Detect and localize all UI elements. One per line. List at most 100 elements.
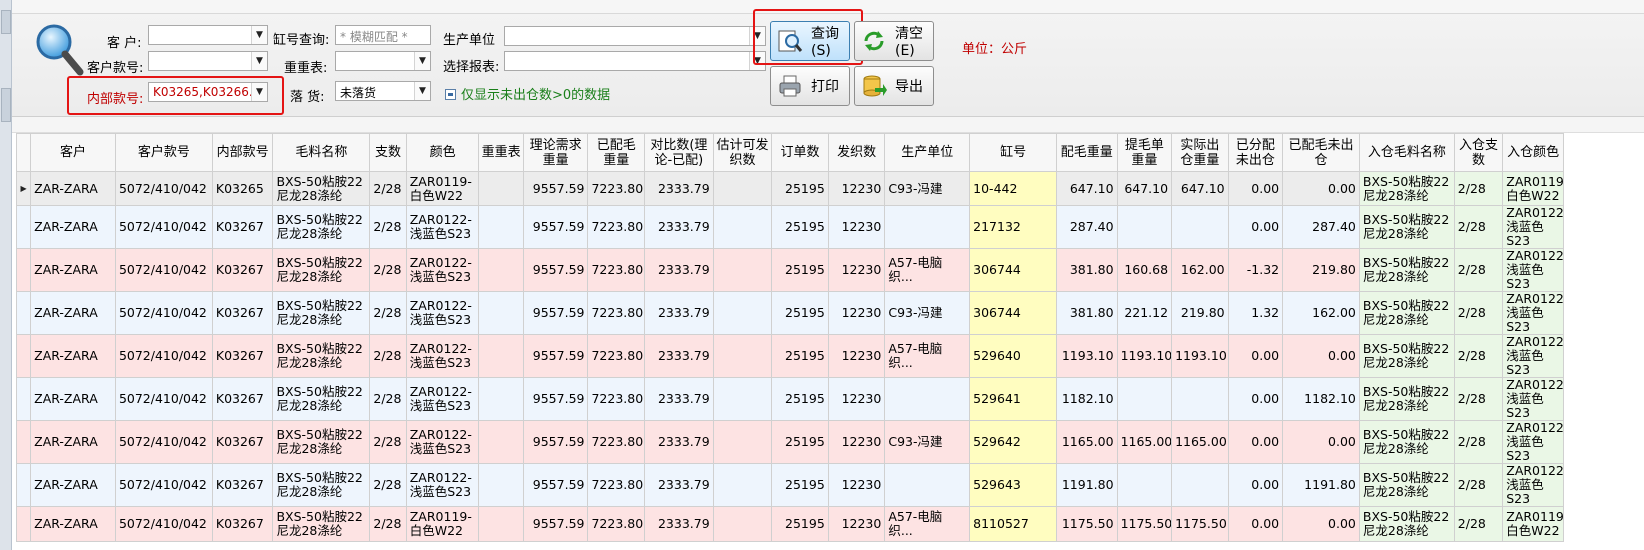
table-cell[interactable]	[478, 248, 524, 293]
row-indicator[interactable]	[15, 291, 32, 336]
table-cell[interactable]: 0.00	[1227, 420, 1284, 465]
row-indicator[interactable]	[15, 420, 32, 465]
table-cell[interactable]: K03267	[211, 420, 274, 465]
table-cell[interactable]: ZAR-ZARA	[30, 170, 116, 207]
table-cell[interactable]	[478, 377, 524, 422]
table-cell[interactable]: 9557.59	[522, 334, 589, 379]
table-cell[interactable]	[712, 291, 773, 336]
table-cell[interactable]: 12230	[827, 248, 886, 293]
table-cell[interactable]: BXS-50粘胺22尼龙28涤纶	[1358, 377, 1455, 422]
table-cell[interactable]: 12230	[827, 170, 886, 207]
chevron-down-icon[interactable]: ▼	[251, 52, 267, 70]
table-cell[interactable]: 5072/410/042	[114, 506, 213, 542]
table-cell[interactable]: K03267	[211, 377, 274, 422]
table-cell[interactable]: 9557.59	[522, 170, 589, 207]
table-cell[interactable]: A57-电脑织...	[884, 334, 971, 379]
table-cell[interactable]: 529642	[969, 420, 1057, 465]
table-cell[interactable]: K03265	[211, 170, 274, 207]
table-cell[interactable]: 647.10	[1055, 170, 1118, 207]
table-cell[interactable]: 2/28	[369, 170, 407, 207]
table-cell[interactable]: 2/28	[369, 334, 407, 379]
table-cell[interactable]: 12230	[827, 377, 886, 422]
table-cell[interactable]	[478, 170, 524, 207]
export-button[interactable]: 导出	[854, 66, 934, 106]
column-header[interactable]: 重重表	[478, 133, 524, 172]
table-cell[interactable]: ZAR-ZARA	[30, 291, 116, 336]
table-cell[interactable]: BXS-50粘胺22尼龙28涤纶	[272, 170, 371, 207]
column-header[interactable]: 发织数	[827, 133, 886, 172]
table-cell[interactable]: 5072/410/042	[114, 377, 213, 422]
table-cell[interactable]: 1165.00	[1055, 420, 1118, 465]
customer-select[interactable]: ▼	[148, 25, 268, 45]
column-header[interactable]: 配毛重量	[1055, 133, 1118, 172]
row-indicator[interactable]	[15, 463, 32, 508]
table-cell[interactable]: 12230	[827, 205, 886, 250]
table-cell[interactable]: ZAR0122-浅蓝色S23	[405, 377, 480, 422]
table-cell[interactable]: 1165.00	[1116, 420, 1173, 465]
table-cell[interactable]	[1116, 205, 1173, 250]
table-cell[interactable]: 5072/410/042	[114, 248, 213, 293]
table-cell[interactable]: 162.00	[1282, 291, 1360, 336]
column-header[interactable]: 估计可发织数	[712, 133, 773, 172]
table-cell[interactable]: 7223.80	[587, 420, 646, 465]
table-cell[interactable]: ZAR-ZARA	[30, 334, 116, 379]
column-header[interactable]: 生产单位	[884, 133, 971, 172]
table-cell[interactable]: 7223.80	[587, 205, 646, 250]
table-cell[interactable]	[1171, 205, 1229, 250]
table-cell[interactable]: 9557.59	[522, 377, 589, 422]
table-cell[interactable]: 2/28	[1453, 291, 1504, 336]
table-cell[interactable]: BXS-50粘胺22尼龙28涤纶	[272, 377, 371, 422]
table-cell[interactable]: ZAR0119-白色W22	[405, 170, 480, 207]
table-cell[interactable]	[478, 291, 524, 336]
table-cell[interactable]	[712, 506, 773, 542]
table-cell[interactable]: C93-冯建	[884, 420, 971, 465]
table-cell[interactable]	[478, 420, 524, 465]
table-cell[interactable]: ZAR-ZARA	[30, 205, 116, 250]
table-cell[interactable]: 0.00	[1227, 463, 1284, 508]
table-cell[interactable]: 2/28	[369, 463, 407, 508]
table-cell[interactable]: 1182.10	[1055, 377, 1118, 422]
checkbox-box[interactable]	[445, 89, 456, 100]
table-cell[interactable]: ZAR0119-白色W22	[1502, 170, 1564, 207]
table-cell[interactable]: ZAR0122-浅蓝色S23	[1502, 463, 1564, 508]
table-cell[interactable]: 25195	[771, 334, 829, 379]
table-cell[interactable]: 2333.79	[644, 420, 714, 465]
table-row[interactable]: ZAR-ZARA 5072/410/042 K03267 BXS-50粘胺22尼龙28…	[15, 334, 1564, 379]
table-cell[interactable]: 221.12	[1116, 291, 1173, 336]
table-cell[interactable]: ZAR0122-浅蓝色S23	[405, 248, 480, 293]
table-cell[interactable]: A57-电脑织...	[884, 248, 971, 293]
column-header[interactable]: 支数	[369, 133, 407, 172]
table-cell[interactable]: 647.10	[1116, 170, 1173, 207]
column-header[interactable]: 颜色	[405, 133, 480, 172]
table-cell[interactable]: ZAR0122-浅蓝色S23	[1502, 205, 1564, 250]
table-cell[interactable]: ZAR-ZARA	[30, 506, 116, 542]
table-cell[interactable]: ZAR0122-浅蓝色S23	[1502, 291, 1564, 336]
table-cell[interactable]: BXS-50粘胺22尼龙28涤纶	[1358, 170, 1455, 207]
table-row[interactable]: ▶ ZAR-ZARA 5072/410/042 K03265 BXS-50粘胺22尼龙2…	[15, 170, 1564, 207]
table-cell[interactable]	[712, 334, 773, 379]
table-cell[interactable]: 2/28	[369, 420, 407, 465]
table-cell[interactable]: C93-冯建	[884, 170, 971, 207]
table-cell[interactable]: 1191.80	[1055, 463, 1118, 508]
table-cell[interactable]: 5072/410/042	[114, 334, 213, 379]
table-cell[interactable]: ZAR0122-浅蓝色S23	[405, 420, 480, 465]
table-cell[interactable]: BXS-50粘胺22尼龙28涤纶	[1358, 291, 1455, 336]
table-cell[interactable]: ZAR0122-浅蓝色S23	[1502, 248, 1564, 293]
table-cell[interactable]: ZAR0122-浅蓝色S23	[1502, 377, 1564, 422]
table-cell[interactable]: 12230	[827, 334, 886, 379]
table-cell[interactable]	[712, 377, 773, 422]
production-unit-select[interactable]: ▼	[504, 26, 766, 46]
table-row[interactable]: ZAR-ZARA 5072/410/042 K03267 BXS-50粘胺22尼龙28…	[15, 291, 1564, 336]
table-cell[interactable]: 2/28	[369, 205, 407, 250]
table-cell[interactable]: ZAR0122-浅蓝色S23	[405, 463, 480, 508]
table-row[interactable]: ZAR-ZARA 5072/410/042 K03267 BXS-50粘胺22尼龙28…	[15, 420, 1564, 465]
table-cell[interactable]: 2/28	[369, 248, 407, 293]
column-header[interactable]: 实际出仓重量	[1171, 133, 1229, 172]
table-cell[interactable]: 12230	[827, 506, 886, 542]
table-cell[interactable]: 10-442	[969, 170, 1057, 207]
table-cell[interactable]: 217132	[969, 205, 1057, 250]
table-cell[interactable]: 25195	[771, 377, 829, 422]
column-header[interactable]: 毛料名称	[272, 133, 371, 172]
table-cell[interactable]: 2333.79	[644, 377, 714, 422]
table-cell[interactable]	[478, 506, 524, 542]
